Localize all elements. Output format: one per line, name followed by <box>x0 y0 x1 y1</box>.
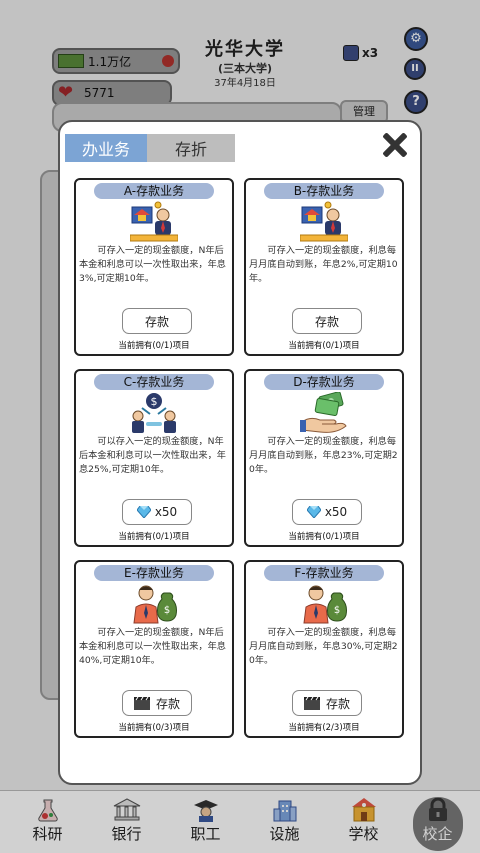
owned-count: 当前拥有(2/3)项目 <box>288 723 360 733</box>
card-title: F-存款业务 <box>264 565 384 581</box>
deposit-button[interactable]: 存款 <box>292 308 362 334</box>
bank-teller-icon <box>300 201 348 242</box>
deposit-button-label: 存款 <box>325 696 350 711</box>
ad-deposit-button[interactable]: 存款 <box>292 690 362 716</box>
deposit-card-e: E-存款业务 $ 可存入一定的现金额度，N年后本金和利息可以一次性取出来，年息4… <box>74 560 234 738</box>
bank-modal: 办业务 存折 A-存款业务 可存入一定的现金额度，N年后本金和利息可以一次性取出… <box>58 120 422 785</box>
owned-count: 当前拥有(0/1)项目 <box>288 341 360 351</box>
card-description: 可存入一定的现金额度，利息每月月底自动到账，年息30%,可定期20年。 <box>249 627 398 666</box>
deposit-card-a: A-存款业务 可存入一定的现金额度，N年后本金和利息可以一次性取出来，年息3%,… <box>74 178 234 356</box>
owned-count: 当前拥有(0/1)项目 <box>118 532 190 542</box>
gem-icon <box>306 506 321 518</box>
gem-icon <box>136 506 151 518</box>
gem-cost-label: x50 <box>154 505 178 519</box>
deposit-button-label: 存款 <box>144 314 169 329</box>
deposit-button-label: 存款 <box>155 696 180 711</box>
svg-text:$: $ <box>164 605 170 616</box>
svg-text:$: $ <box>151 395 158 408</box>
gem-cost-label: x50 <box>324 505 348 519</box>
card-title: C-存款业务 <box>94 374 214 390</box>
owned-count: 当前拥有(0/3)项目 <box>118 723 190 733</box>
ad-deposit-button[interactable]: 存款 <box>122 690 192 716</box>
deposit-card-b: B-存款业务 可存入一定的现金额度，利息每月月底自动到账，年息2%,可定期10年… <box>244 178 404 356</box>
deposit-button[interactable]: 存款 <box>122 308 192 334</box>
card-title: D-存款业务 <box>264 374 384 390</box>
deposit-card-c: C-存款业务 $ 可以存入一定的现金额度，N年后本金和利息可以一次性取出来，年息… <box>74 369 234 547</box>
card-description: 可存入一定的现金额度，利息每月月底自动到账，年息23%,可定期20年。 <box>249 436 398 475</box>
tab-business[interactable]: 办业务 <box>65 134 147 162</box>
card-title: A-存款业务 <box>94 183 214 199</box>
deposit-card-d: D-存款业务 可存入一定的现金额度，利息每月月底自动到账，年息23%,可定期20… <box>244 369 404 547</box>
card-description: 可存入一定的现金额度，利息每月月底自动到账，年息2%,可定期10年。 <box>249 245 398 284</box>
tab-passbook[interactable]: 存折 <box>147 134 235 162</box>
deposit-card-f: F-存款业务 $ 可存入一定的现金额度，利息每月月底自动到账，年息30%,可定期… <box>244 560 404 738</box>
deposit-grid: A-存款业务 可存入一定的现金额度，N年后本金和利息可以一次性取出来，年息3%,… <box>74 178 404 738</box>
card-title: B-存款业务 <box>264 183 384 199</box>
card-title: E-存款业务 <box>94 565 214 581</box>
man-moneybag-icon: $ <box>133 585 177 624</box>
deposit-button-label: 存款 <box>314 314 339 329</box>
owned-count: 当前拥有(0/1)项目 <box>118 341 190 351</box>
gem-deposit-button[interactable]: x50 <box>122 499 192 525</box>
video-ad-icon <box>133 696 150 710</box>
video-ad-icon <box>303 696 320 710</box>
bank-teller-icon <box>130 201 178 242</box>
man-moneybag-icon: $ <box>303 585 347 624</box>
investors-coin-icon: $ <box>132 393 176 433</box>
svg-text:$: $ <box>334 605 340 616</box>
card-description: 可存入一定的现金额度，N年后本金和利息可以一次性取出来，年息3%,可定期10年。 <box>79 245 226 284</box>
close-icon[interactable] <box>382 132 408 158</box>
money-hand-icon <box>300 392 347 433</box>
owned-count: 当前拥有(0/1)项目 <box>288 532 360 542</box>
modal-tabs: 办业务 存折 <box>65 134 235 162</box>
card-description: 可存入一定的现金额度，N年后本金和利息可以一次性取出来，年息40%,可定期10年… <box>79 627 226 666</box>
card-description: 可以存入一定的现金额度，N年后本金和利息可以一次性取出来，年息25%,可定期10… <box>79 436 226 475</box>
gem-deposit-button[interactable]: x50 <box>292 499 362 525</box>
